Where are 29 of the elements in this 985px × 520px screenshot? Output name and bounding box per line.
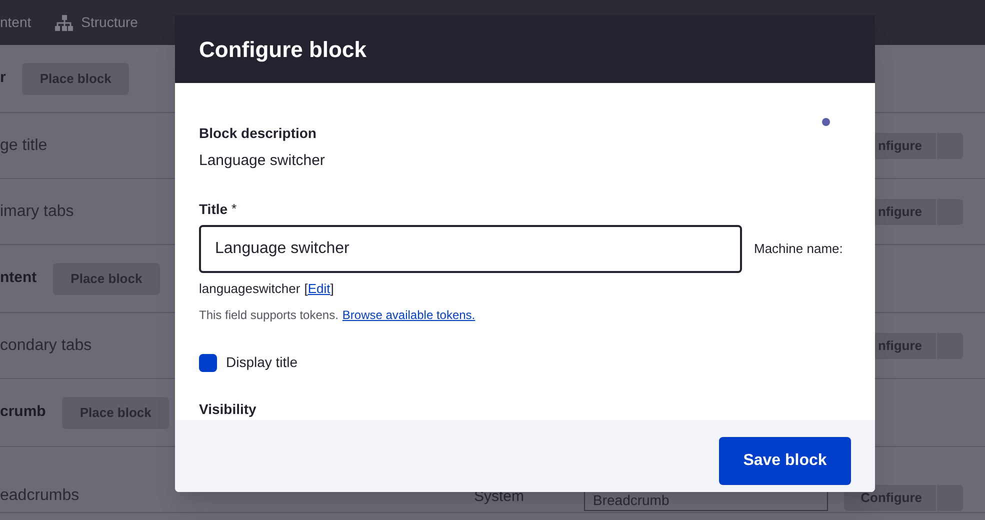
- edit-link[interactable]: Edit: [308, 278, 330, 298]
- block-name: eadcrumbs: [0, 486, 80, 506]
- region-name: r: [0, 68, 6, 88]
- block-name: imary tabs: [0, 202, 74, 222]
- block-name: ge title: [0, 136, 48, 156]
- save-block-button[interactable]: Save block: [719, 437, 851, 485]
- section-heading: Visibility: [199, 400, 258, 419]
- machine-name-label: Machine name:: [754, 240, 843, 258]
- field-label: Block description: [199, 124, 318, 143]
- title-input[interactable]: Language switcher: [199, 224, 742, 272]
- dialog-title: Configure block: [199, 36, 366, 64]
- required-mark: *: [232, 200, 237, 218]
- hierarchy-icon: [55, 14, 74, 30]
- machine-name-value: languageswitcher: [199, 280, 300, 298]
- block-name: condary tabs: [0, 336, 92, 356]
- checkbox-label: Display title: [226, 353, 298, 372]
- region-name: crumb: [0, 402, 46, 422]
- display-title-checkbox[interactable]: [199, 354, 217, 372]
- bracket-text: [: [304, 280, 308, 298]
- bracket-text: ]: [330, 280, 334, 298]
- help-text: This field supports tokens.: [199, 307, 338, 324]
- field-label: Title: [199, 200, 228, 218]
- toolbar-item[interactable]: Structure: [55, 12, 138, 33]
- browse-tokens-link[interactable]: Browse available tokens.: [342, 306, 476, 324]
- block-description: Language switcher: [199, 151, 326, 171]
- category-text: System: [474, 486, 524, 506]
- loading-icon: [821, 117, 831, 127]
- region-name: ntent: [0, 268, 37, 288]
- toolbar-item[interactable]: ntent: [0, 12, 32, 33]
